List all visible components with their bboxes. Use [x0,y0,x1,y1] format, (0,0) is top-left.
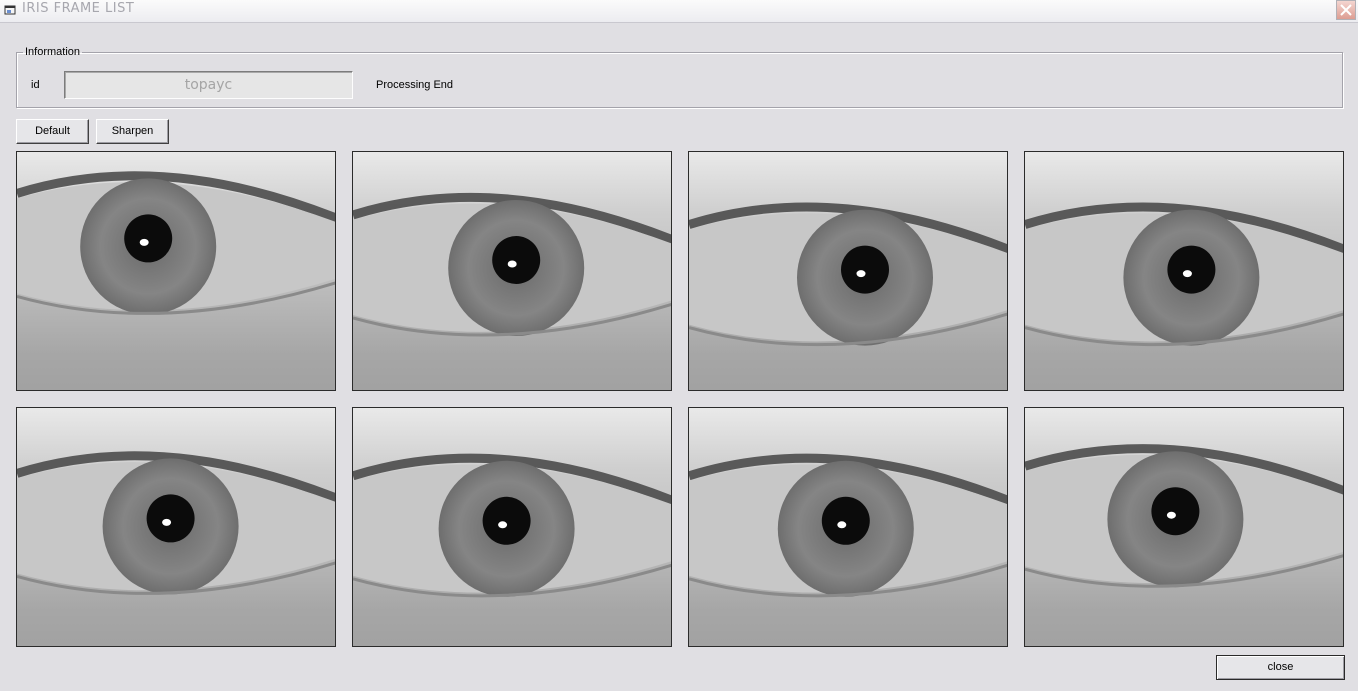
status-text: Processing End [376,79,454,91]
iris-frame-image[interactable] [1024,151,1344,391]
information-legend: Information [25,46,81,58]
sharpen-button[interactable]: Sharpen [96,119,169,144]
id-label: id [31,79,40,91]
id-field[interactable]: topayc [64,71,353,99]
default-button[interactable]: Default [16,119,89,144]
close-button[interactable]: close [1216,655,1345,680]
title-bar[interactable]: IRIS FRAME LIST [0,0,1358,23]
iris-frame-image[interactable] [1024,407,1344,647]
iris-frame-image[interactable] [688,151,1008,391]
iris-frame-image[interactable] [688,407,1008,647]
iris-frame-image[interactable] [16,151,336,391]
window-title: IRIS FRAME LIST [22,1,135,16]
window-app-icon [4,5,16,15]
iris-frame-image[interactable] [16,407,336,647]
iris-frame-image[interactable] [352,407,672,647]
iris-frame-list-window: IRIS FRAME LIST Information id topayc Pr… [0,0,1358,691]
close-x-icon[interactable] [1336,0,1356,20]
iris-frame-image[interactable] [352,151,672,391]
